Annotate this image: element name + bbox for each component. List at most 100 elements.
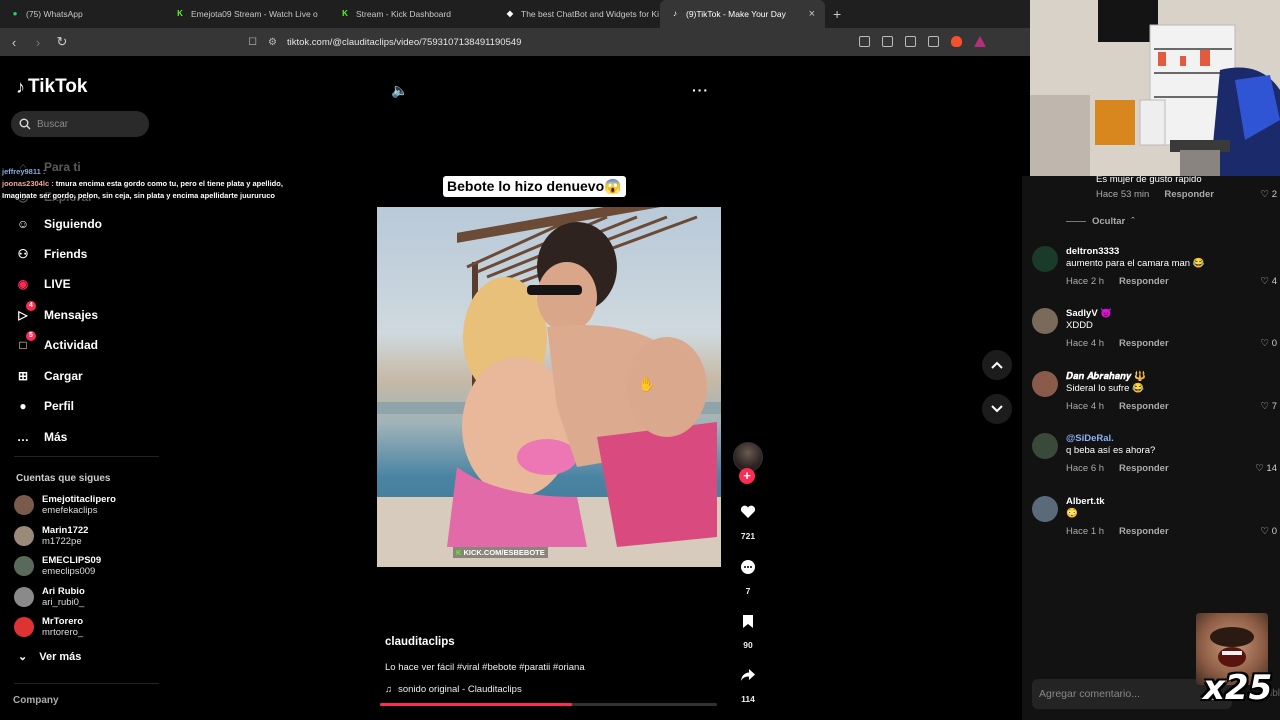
reply-button[interactable]: Responder [1119,338,1169,349]
comment-like-button[interactable]: ♡ 4 [1261,276,1277,287]
avatar [14,586,34,607]
sidebar-item-actividad[interactable]: □ 5 Actividad [14,331,98,358]
sound-link[interactable]: ♫ sonido original - Clauditaclips [385,684,522,695]
tab-label: The best ChatBot and Widgets for Ki [521,9,659,19]
search-icon [19,118,31,130]
avatar[interactable] [1032,496,1058,522]
share-icon[interactable] [928,36,939,47]
avatar[interactable] [1032,246,1058,272]
sidebar-item-mensajes[interactable]: ▷ 4 Mensajes [14,301,99,328]
save-count: 90 [743,640,753,650]
reply-button[interactable]: Responder [1119,276,1169,287]
reply-button[interactable]: Responder [1119,526,1169,537]
sidebar-item-más[interactable]: … Más [14,424,67,450]
reply-button[interactable]: Responder [1164,189,1214,200]
avatar[interactable] [1032,371,1058,397]
bookmark-icon [733,606,763,636]
messages-icon: ▷ 4 [14,301,36,324]
comment-button[interactable]: 7 [732,552,764,596]
reply-button[interactable]: Responder [1119,463,1169,474]
volume-icon[interactable]: 🔈 [391,82,408,99]
comment-username[interactable]: deltron3333 [1066,246,1119,257]
browser-tab[interactable]: ♪ (9)TikTok - Make Your Day × [660,0,825,28]
following-account[interactable]: Ari Rubio ari_rubi0_ [14,583,85,611]
upload-icon: ⊞ [17,369,29,383]
comment-like-button[interactable]: ♡ 0 [1261,338,1277,349]
close-tab-icon[interactable]: × [809,8,815,20]
reload-icon[interactable]: ↻ [52,34,72,50]
hide-replies-button[interactable]: Ocultar ˆ [1066,216,1134,227]
comment-like-button[interactable]: ♡ 0 [1261,526,1277,537]
tab-label: (75) WhatsApp [26,9,83,19]
comment-meta: Hace 4 h Responder [1066,401,1169,412]
comment-text: XDDD [1066,320,1093,331]
comment-like-button[interactable]: ♡ 14 [1255,463,1277,474]
translate-icon[interactable] [905,36,916,47]
kick-icon: K [177,9,183,18]
following-account[interactable]: MrTorero mrtorero_ [14,613,83,641]
more-options-icon[interactable]: ··· [692,82,709,98]
brave-rewards-icon[interactable] [974,36,986,47]
browser-tab[interactable]: K Emejota09 Stream - Watch Live o [165,0,330,28]
comment-username[interactable]: @SiDeRal. [1066,433,1114,444]
streamer-webcam [1030,0,1280,176]
see-more-button[interactable]: ⌄ Ver más [18,650,81,664]
browser-tab[interactable]: ● (75) WhatsApp [0,0,165,28]
video-progress-bar[interactable] [380,703,717,706]
share-button[interactable]: 114 [732,660,764,704]
comment-like-count: 0 [1271,526,1277,537]
browser-tab[interactable]: K Stream - Kick Dashboard [330,0,495,28]
sidebar-item-friends[interactable]: ⚇ Friends [14,241,88,267]
uploader-name[interactable]: clauditaclips [385,636,455,648]
following-account[interactable]: Marin1722 m1722pe [14,522,88,550]
brave-shield-icon[interactable] [951,36,962,47]
company-link[interactable]: Company [13,695,59,706]
chat-username: joonas2304lc : [2,179,54,188]
forward-icon[interactable]: › [28,35,48,50]
account-name: Ari Rubio [42,585,85,597]
comment-like-button[interactable]: ♡ 7 [1261,401,1277,412]
follow-button[interactable]: + [739,468,755,484]
avatar[interactable] [1032,433,1058,459]
comment-like-count: 2 [1271,189,1277,200]
logo-text: TikTok [28,76,88,97]
tab-label: Stream - Kick Dashboard [356,9,451,19]
search-input[interactable] [37,118,137,130]
sidebar-item-live[interactable]: ◉ LIVE [14,271,71,297]
following-account[interactable]: EMECLIPS09 emeclips009 [14,552,101,580]
sidebar-item-perfil[interactable]: ● Perfil [14,393,74,419]
browser-tab[interactable]: ◆ The best ChatBot and Widgets for Ki [495,0,660,28]
comment-like-button[interactable]: ♡ 2 [1261,189,1277,200]
comment-username[interactable]: SadlyV 👿 [1066,308,1112,319]
tiktok-logo[interactable]: ♪ TikTok [16,76,87,98]
comment-time: Hace 6 h [1066,463,1105,474]
mouse-cursor-icon: ✋ [638,376,656,392]
comment-username[interactable]: 𝑫𝒂𝒏 𝑨𝒃𝒓𝒂𝒉𝒂𝒏𝒚 🔱 [1066,371,1146,382]
sidebar-item-cargar[interactable]: ⊞ Cargar [14,363,83,389]
sidebar-item-label: Mensajes [44,308,99,322]
site-info-icon[interactable]: ⚙ [268,37,277,48]
following-account[interactable]: Emejotitaclipero emefekaclips [14,491,116,519]
comment-username[interactable]: Albert.tk [1066,496,1105,507]
tab-label: (9)TikTok - Make Your Day [686,9,786,19]
comment-input[interactable] [1032,679,1182,709]
avatar[interactable] [1032,308,1058,334]
extension-icon[interactable] [859,36,870,47]
sidebar-item-siguiendo[interactable]: ☺ Siguiendo [14,211,102,237]
save-button[interactable]: 90 [732,606,764,650]
like-button[interactable]: 721 [732,497,764,541]
back-icon[interactable]: ‹ [4,35,24,50]
cast-icon[interactable] [882,36,893,47]
bookmark-icon[interactable]: ◻ [248,34,257,47]
search-box[interactable] [11,111,149,137]
new-tab-icon[interactable]: + [825,6,849,22]
chevron-up-icon [991,361,1003,369]
comment-time: Hace 4 h [1066,338,1105,349]
video-player[interactable]: K KICK.COM/ESBEBOTE [377,207,721,567]
next-video-button[interactable] [982,394,1012,424]
comment-time: Hace 4 h [1066,401,1105,412]
previous-video-button[interactable] [982,350,1012,380]
divider [14,683,159,684]
reply-button[interactable]: Responder [1119,401,1169,412]
comment-time: Hace 53 min [1096,189,1150,200]
